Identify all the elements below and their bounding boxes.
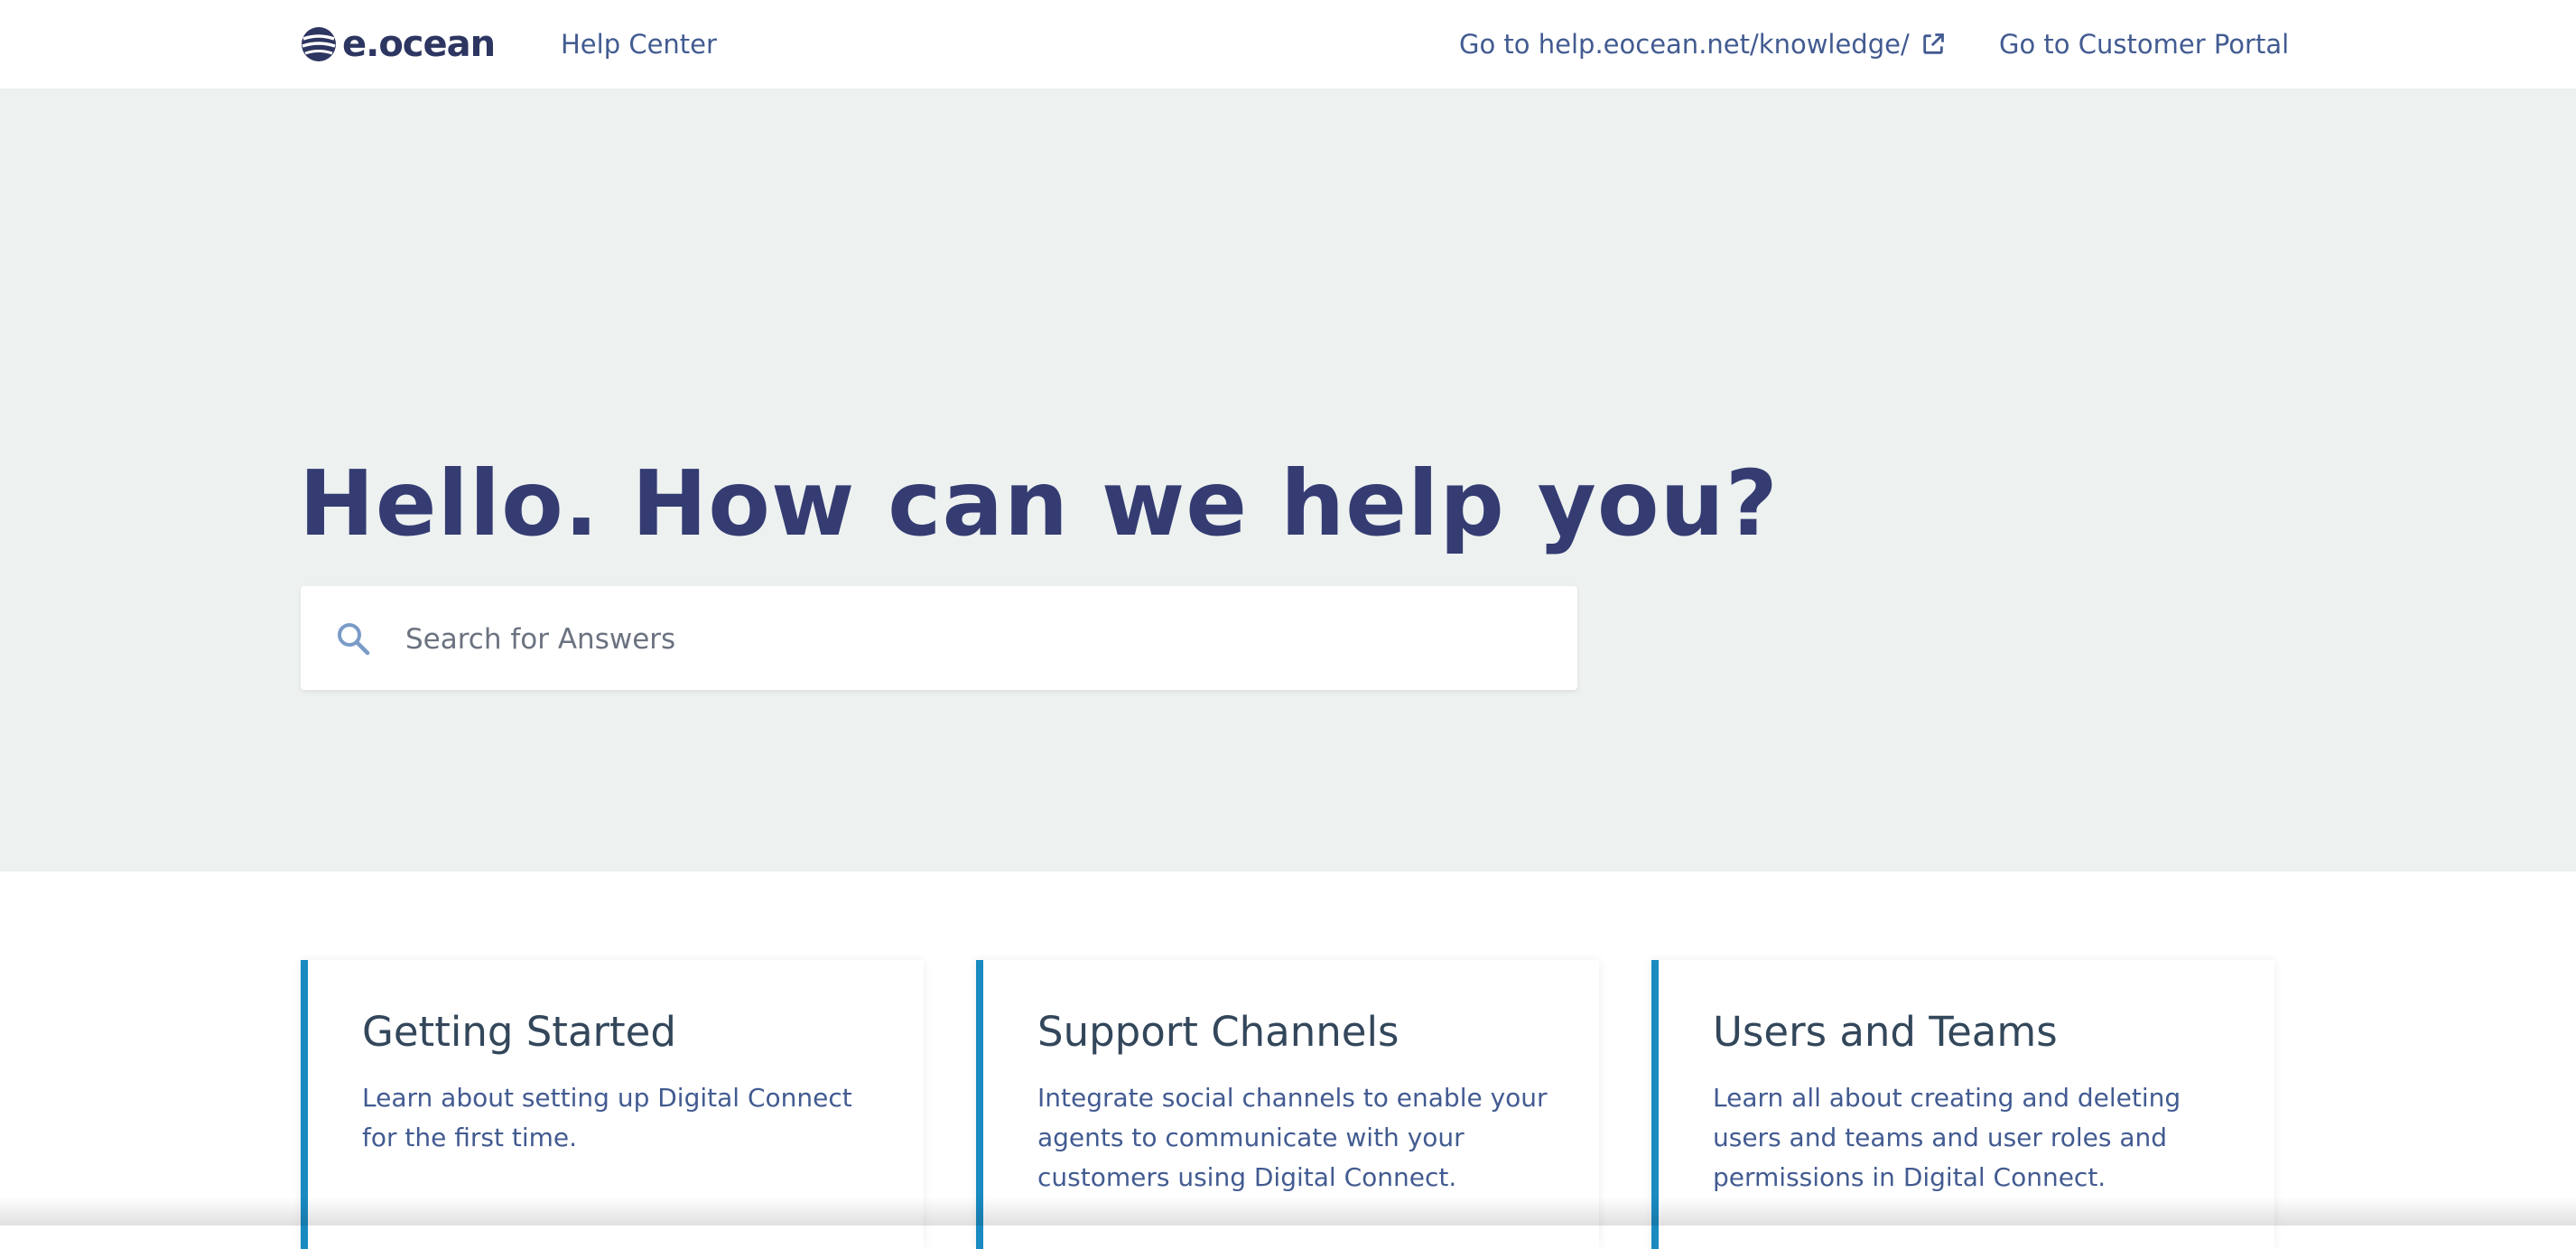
search-icon [338, 623, 370, 656]
knowledge-base-link[interactable]: Go to help.eocean.net/knowledge/ [1459, 27, 1946, 61]
search-input[interactable] [404, 611, 1536, 667]
card-description: Integrate social channels to enable your… [1037, 1083, 1548, 1192]
category-card-support-channels[interactable]: Support Channels Integrate social channe… [976, 960, 1599, 1249]
eocean-logo[interactable]: e.ocean [301, 23, 496, 65]
card-title: Users and Teams [1713, 1008, 2058, 1056]
knowledge-base-link-label: Go to help.eocean.net/knowledge/ [1459, 29, 1910, 60]
site-header: e.ocean Help Center Go to help.eocean.ne… [0, 0, 2576, 89]
card-title: Getting Started [362, 1008, 676, 1056]
hero-section: Hello. How can we help you? [0, 89, 2576, 872]
card-title: Support Channels [1037, 1008, 1400, 1056]
logo-wordmark: e.ocean [342, 23, 496, 65]
help-center-link[interactable]: Help Center [561, 27, 717, 61]
search-box[interactable] [301, 586, 1577, 690]
external-link-icon [1923, 33, 1944, 54]
hero-title: Hello. How can we help you? [299, 451, 1779, 556]
category-card-users-and-teams[interactable]: Users and Teams Learn all about creating… [1651, 960, 2274, 1249]
customer-portal-link[interactable]: Go to Customer Portal [1999, 27, 2289, 61]
card-description: Learn all about creating and deleting us… [1713, 1083, 2181, 1192]
card-description: Learn about setting up Digital Connect f… [362, 1083, 852, 1152]
eocean-logo-icon [302, 27, 336, 61]
category-card-getting-started[interactable]: Getting Started Learn about setting up D… [301, 960, 924, 1249]
